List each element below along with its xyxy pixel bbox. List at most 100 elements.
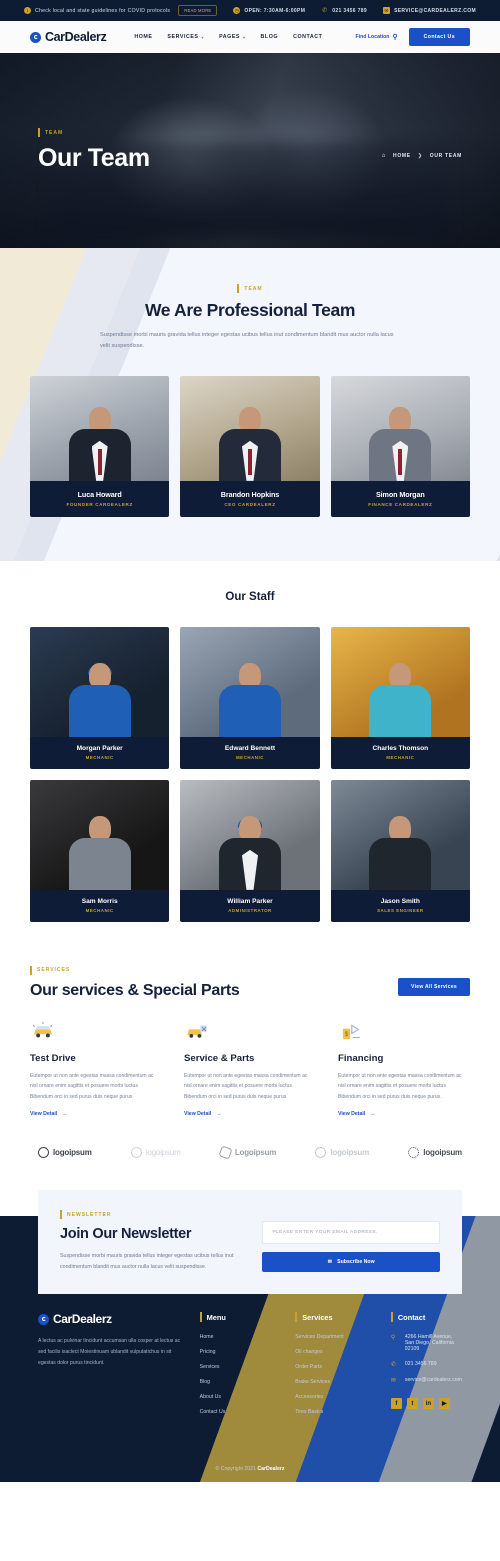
partner-logo: logoipsum [315, 1147, 369, 1159]
newsletter-card: NEWSLETTER Join Our Newsletter Suspendis… [38, 1190, 462, 1295]
service-view-detail-link[interactable]: View Detail → [338, 1111, 470, 1117]
phone-icon: ✆ [322, 8, 328, 14]
chevron-right-icon: ❯ [417, 152, 423, 159]
staff-card[interactable]: Edward Bennett MECHANIC [180, 626, 320, 769]
staff-card[interactable]: Sam Morris MECHANIC [30, 779, 170, 922]
section-title: We Are Professional Team [144, 300, 356, 320]
footer-address: ⚲ 4266 Hamill Avenue, San Diego, Califor… [391, 1334, 462, 1352]
staff-member-role: MECHANIC [85, 907, 114, 913]
youtube-icon[interactable]: ▶ [438, 1398, 450, 1410]
contact-us-button[interactable]: Contact Us [408, 28, 470, 46]
team-card[interactable]: Luca Howard FOUNDER CARDEALERZ [30, 375, 170, 517]
facebook-icon[interactable]: f [390, 1398, 402, 1410]
team-member-name: Brandon Hopkins [220, 489, 280, 499]
services-header: SERVICES Our services & Special Parts Vi… [30, 965, 470, 1000]
footer-phone[interactable]: ✆ 021 3456 789 [391, 1361, 462, 1368]
footer-services-list: Services Department Oil changes Order Pa… [295, 1334, 375, 1415]
newsletter-section: NEWSLETTER Join Our Newsletter Suspendis… [0, 1176, 500, 1295]
nav-item-services[interactable]: Services ▾ [167, 34, 204, 40]
footer-brand-logo[interactable]: CarDealerz [38, 1312, 184, 1326]
footer-services-item[interactable]: Tires Basics [295, 1409, 375, 1415]
breadcrumb-home[interactable]: HOME [393, 153, 411, 159]
footer-about-column: CarDealerz A lectus ac pulvinar tincidun… [38, 1312, 184, 1415]
staff-card[interactable]: Charles Thomson MECHANIC [330, 626, 470, 769]
footer-menu-item[interactable]: Home [200, 1334, 280, 1340]
team-card[interactable]: Brandon Hopkins CEO CARDEALERZ [180, 375, 320, 517]
footer-services-item[interactable]: Oil changes [295, 1349, 375, 1355]
nav-item-pages[interactable]: Pages ▾ [219, 34, 245, 40]
staff-member-role: MECHANIC [85, 754, 114, 760]
service-view-detail-label: View Detail [338, 1111, 366, 1118]
footer-menu-item[interactable]: Contact Us [200, 1409, 280, 1415]
brand-circle-icon [38, 1313, 49, 1325]
team-card[interactable]: Simon Morgan FINANCE CARDEALERZ [330, 375, 470, 517]
logo-mark-icon [38, 1147, 49, 1159]
accent-bar-icon [295, 1312, 298, 1323]
footer-services-item[interactable]: Order Parts [295, 1364, 375, 1370]
footer-menu-item[interactable]: Blog [200, 1379, 280, 1385]
accent-bar-icon [30, 965, 32, 975]
service-card[interactable]: Service & Parts Eutempor ut non ante ege… [184, 1020, 316, 1117]
map-pin-icon: ⚲ [392, 34, 398, 41]
nav-links: Home Services ▾ Pages ▾ Blog Contact [134, 34, 322, 40]
service-description: Eutempor ut non ante egestas massa condi… [338, 1072, 462, 1100]
footer-columns: CarDealerz A lectus ac pulvinar tincidun… [0, 1312, 500, 1415]
svg-text:$: $ [345, 1031, 349, 1038]
topbar-email[interactable]: ✉ SERVICE@CARDEALERZ.COM [383, 7, 476, 14]
linkedin-icon[interactable]: in [422, 1398, 434, 1410]
nav-item-home[interactable]: Home [134, 34, 152, 40]
footer-services-item[interactable]: Services Department [295, 1334, 375, 1340]
covid-notice-text: Check local and state guidelines for COV… [34, 7, 171, 14]
twitter-icon[interactable]: t [406, 1398, 418, 1410]
view-all-services-button[interactable]: View All Services [398, 977, 470, 996]
section-subtitle: Suspendisse morbi mauris gravida tellus … [100, 332, 394, 349]
accent-bar-icon [199, 1312, 202, 1323]
envelope-icon: ✉ [390, 1378, 396, 1385]
footer-brand-name: CarDealerz [53, 1312, 112, 1327]
team-member-role: FOUNDER CARDEALERZ [66, 501, 133, 507]
staff-card[interactable]: William Parker ADMINISTRATOR [180, 779, 320, 922]
newsletter-email-input[interactable]: PLEASE ENTER YOUR EMAIL ADDRESS. [262, 1220, 440, 1244]
service-view-detail-link[interactable]: View Detail → [30, 1111, 162, 1117]
staff-card-body: Jason Smith SALES ENGINEER [330, 889, 470, 922]
newsletter-eyebrow: NEWSLETTER [60, 1210, 246, 1220]
brand-logo[interactable]: CarDealerz [30, 30, 107, 44]
service-card[interactable]: $ Financing Eutempor ut non ante egestas… [338, 1020, 470, 1117]
footer-services-item[interactable]: Accessories [295, 1394, 375, 1400]
footer-menu-heading: Menu [199, 1312, 280, 1323]
nav-item-contact[interactable]: Contact [293, 34, 322, 40]
logo-mark-icon [408, 1147, 420, 1159]
partner-logo-text: logoipsum [53, 1148, 92, 1158]
staff-member-name: Jason Smith [380, 897, 420, 905]
footer-services-heading: Services [295, 1312, 375, 1323]
services-heading-group: SERVICES Our services & Special Parts [30, 965, 240, 1000]
staff-photo [180, 779, 320, 890]
newsletter-form: PLEASE ENTER YOUR EMAIL ADDRESS. ✉ Subsc… [262, 1210, 440, 1272]
covid-notice: i Check local and state guidelines for C… [23, 5, 218, 16]
footer-menu-item[interactable]: Services [200, 1364, 280, 1370]
staff-photo [330, 626, 470, 737]
nav-right: Find Location ⚲ Contact Us [355, 28, 470, 46]
team-cards: Luca Howard FOUNDER CARDEALERZ Brandon H… [30, 375, 470, 517]
topbar-phone[interactable]: ✆ 021 3456 789 [321, 7, 367, 15]
subscribe-now-label: Subscribe Now [337, 1258, 375, 1265]
staff-section-title: Our Staff [225, 590, 275, 603]
staff-card[interactable]: Morgan Parker MECHANIC [30, 626, 170, 769]
logo-mark-icon [315, 1147, 327, 1159]
find-location-link[interactable]: Find Location ⚲ [355, 33, 397, 41]
read-more-button[interactable]: Read More [178, 5, 218, 16]
footer-services-item[interactable]: Brake Services [295, 1379, 375, 1385]
hero-content: TEAM Our Team [0, 53, 500, 248]
footer-email[interactable]: ✉ service@cardealerz.com [391, 1377, 462, 1384]
subscribe-now-button[interactable]: ✉ Subscribe Now [262, 1251, 440, 1272]
logo-mark-icon [130, 1147, 142, 1159]
team-member-role: CEO CARDEALERZ [224, 501, 276, 507]
staff-card[interactable]: Jason Smith SALES ENGINEER [330, 779, 470, 922]
arrow-right-icon: → [370, 1111, 376, 1118]
footer-menu-item[interactable]: About Us [200, 1394, 280, 1400]
service-view-detail-link[interactable]: View Detail → [184, 1111, 316, 1117]
nav-item-blog[interactable]: Blog [261, 34, 279, 40]
section-eyebrow-label: TEAM [244, 285, 263, 292]
service-card[interactable]: Test Drive Eutempor ut non ante egestas … [30, 1020, 162, 1117]
footer-menu-item[interactable]: Pricing [200, 1349, 280, 1355]
